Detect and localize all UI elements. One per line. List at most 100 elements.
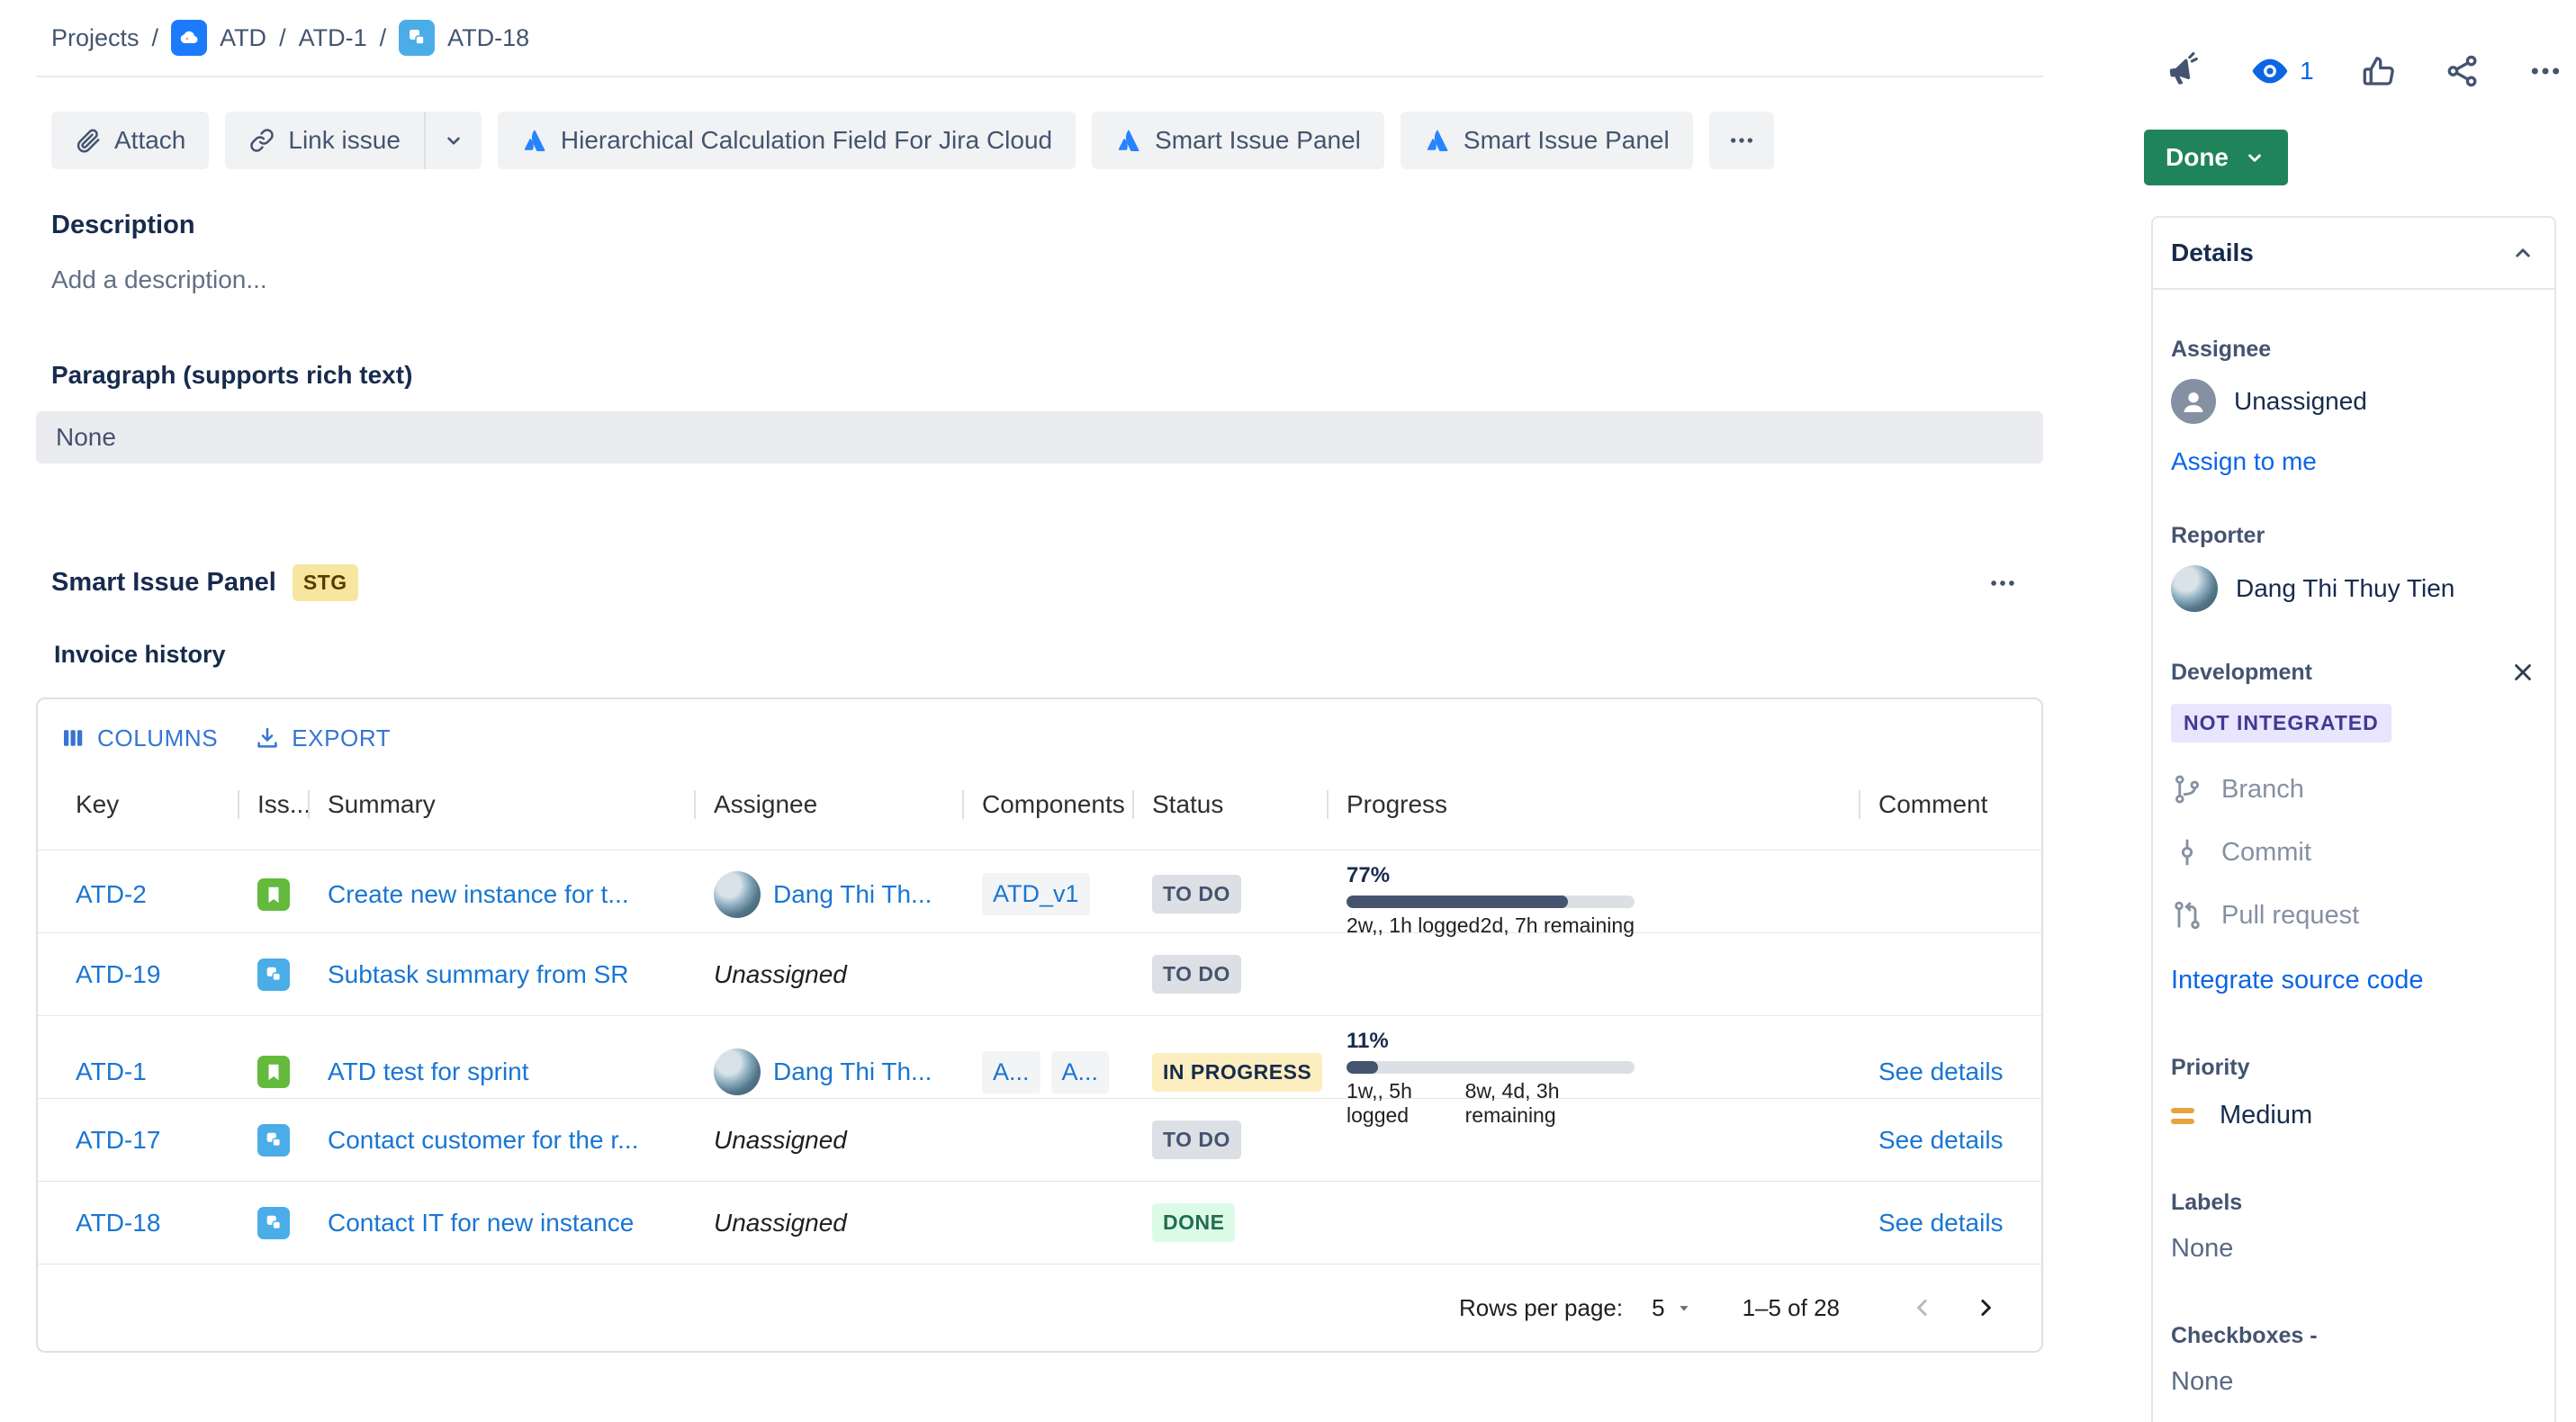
toolbar-more-button[interactable]	[1709, 112, 1774, 169]
integrate-source-code-link[interactable]: Integrate source code	[2171, 966, 2424, 995]
see-details-link[interactable]: See details	[1878, 1058, 2004, 1086]
branch-item[interactable]: Branch	[2171, 773, 2536, 806]
issue-key-link[interactable]: ATD-18	[76, 1209, 160, 1238]
story-type-icon	[257, 878, 290, 911]
column-header[interactable]: Assignee	[694, 759, 962, 850]
watchers-count: 1	[2300, 57, 2314, 86]
main-column: Projects / ATD / ATD-1 / ATD-18 Attach	[36, 0, 2043, 1353]
see-details-link[interactable]: See details	[1878, 1126, 2004, 1155]
not-integrated-badge: NOT INTEGRATED	[2171, 704, 2391, 742]
attach-button[interactable]: Attach	[51, 112, 209, 169]
component-chip[interactable]: ATD_v1	[982, 873, 1090, 915]
breadcrumb-parent-issue[interactable]: ATD-1	[299, 24, 367, 52]
app-button-smart-issue-panel-1[interactable]: Smart Issue Panel	[1092, 112, 1384, 169]
jira-issue-page: Projects / ATD / ATD-1 / ATD-18 Attach	[0, 0, 2576, 1422]
description-placeholder[interactable]: Add a description...	[51, 266, 2043, 294]
pull-request-item[interactable]: Pull request	[2171, 899, 2536, 932]
issue-summary-link[interactable]: ATD test for sprint	[328, 1058, 529, 1086]
chevron-up-icon	[2509, 239, 2536, 266]
app-button-hierarchical-calculation[interactable]: Hierarchical Calculation Field For Jira …	[498, 112, 1076, 169]
table-row: ATD-19 Subtask summary from SR Unassigne…	[38, 933, 2041, 1016]
export-button[interactable]: EXPORT	[254, 724, 391, 752]
column-header[interactable]: Key	[38, 759, 238, 850]
labels-field: Labels None	[2171, 1190, 2536, 1264]
labels-label: Labels	[2171, 1190, 2536, 1216]
priority-value[interactable]: Medium	[2220, 1101, 2312, 1130]
close-icon[interactable]	[2509, 659, 2536, 686]
reporter-value[interactable]: Dang Thi Thuy Tien	[2236, 574, 2454, 603]
reporter-field: Reporter Dang Thi Thuy Tien	[2171, 523, 2536, 612]
issue-key-link[interactable]: ATD-1	[76, 1058, 147, 1086]
description-heading: Description	[51, 211, 2043, 240]
column-header[interactable]: Progress	[1327, 759, 1859, 850]
columns-button[interactable]: COLUMNS	[59, 724, 218, 752]
vote-thumbs-up-icon[interactable]	[2360, 52, 2398, 90]
app-button-smart-issue-panel-2[interactable]: Smart Issue Panel	[1401, 112, 1693, 169]
see-details-link[interactable]: See details	[1878, 1209, 2004, 1238]
table-row: ATD-2 Create new instance for t... Dang …	[38, 850, 2041, 933]
issue-key-link[interactable]: ATD-2	[76, 880, 147, 909]
breadcrumb-projects[interactable]: Projects	[51, 24, 140, 52]
assignee-unassigned: Unassigned	[714, 960, 847, 989]
status-done-button[interactable]: Done	[2144, 130, 2288, 185]
breadcrumb-separator: /	[279, 24, 286, 52]
column-header[interactable]: Components	[962, 759, 1132, 850]
link-issue-split-button: Link issue	[225, 112, 482, 169]
paragraph-field-value[interactable]: None	[36, 411, 2043, 464]
issue-summary-link[interactable]: Contact IT for new instance	[328, 1209, 634, 1238]
column-header[interactable]: Comment	[1859, 759, 2041, 850]
development-field: Development NOT INTEGRATED Branch Commit	[2171, 659, 2536, 995]
assignee-link[interactable]: Dang Thi Th...	[773, 1058, 932, 1086]
breadcrumb-current-issue[interactable]: ATD-18	[447, 24, 529, 52]
branch-icon	[2171, 773, 2203, 806]
details-body: Assignee Unassigned Assign to me Reporte…	[2153, 337, 2554, 1422]
atlassian-logo-icon	[1115, 127, 1142, 154]
watch-button[interactable]: 1	[2249, 50, 2314, 92]
subtask-type-icon	[257, 1124, 290, 1156]
reporter-label: Reporter	[2171, 523, 2536, 549]
unassigned-avatar-icon	[2171, 379, 2216, 424]
labels-value[interactable]: None	[2171, 1234, 2536, 1264]
pagination-bar: Rows per page: 5 1–5 of 28	[38, 1264, 2041, 1351]
chevron-down-icon	[2243, 146, 2266, 169]
assignee-link[interactable]: Dang Thi Th...	[773, 880, 932, 909]
column-header[interactable]: Summary	[308, 759, 694, 850]
status-badge: IN PROGRESS	[1152, 1053, 1322, 1092]
checkboxes-value[interactable]: None	[2171, 1367, 2536, 1397]
column-header[interactable]: Status	[1132, 759, 1327, 850]
issue-summary-link[interactable]: Contact customer for the r...	[328, 1126, 638, 1155]
checkboxes-label: Checkboxes -	[2171, 1323, 2536, 1349]
caret-down-icon	[1674, 1298, 1694, 1318]
story-type-icon	[257, 1056, 290, 1088]
component-chip[interactable]: A...	[1051, 1051, 1110, 1094]
component-chip[interactable]: A...	[982, 1051, 1040, 1094]
issue-summary-link[interactable]: Subtask summary from SR	[328, 960, 629, 989]
rows-per-page-select[interactable]: 5	[1652, 1294, 1693, 1322]
time-remaining: 2d, 7h remaining	[1481, 914, 1635, 938]
link-issue-button[interactable]: Link issue	[225, 112, 424, 169]
grid-toolbar: COLUMNS EXPORT	[38, 699, 2041, 759]
column-header[interactable]: Iss...	[238, 759, 308, 850]
issue-key-link[interactable]: ATD-17	[76, 1126, 160, 1155]
assign-to-me-link[interactable]: Assign to me	[2171, 447, 2317, 476]
next-page-button[interactable]	[1960, 1282, 2011, 1333]
link-issue-dropdown[interactable]	[424, 112, 482, 169]
priority-field: Priority Medium	[2171, 1055, 2536, 1130]
progress-percent: 11%	[1347, 1029, 1859, 1054]
time-remaining: 8w, 4d, 3h remaining	[1465, 1079, 1635, 1128]
development-label: Development	[2171, 660, 2312, 686]
assignee-value[interactable]: Unassigned	[2234, 387, 2367, 416]
previous-page-button[interactable]	[1897, 1282, 1948, 1333]
feedback-megaphone-icon[interactable]	[2166, 52, 2203, 90]
issue-summary-link[interactable]: Create new instance for t...	[328, 880, 629, 909]
issue-key-link[interactable]: ATD-19	[76, 960, 160, 989]
details-panel-header[interactable]: Details	[2153, 218, 2554, 288]
details-panel: Details Assignee Unassigned Assign to me	[2151, 216, 2556, 1422]
invoice-table-panel: COLUMNS EXPORT Key Iss... Summary Assign…	[36, 698, 2043, 1353]
link-icon	[248, 127, 275, 154]
smart-panel-more-button[interactable]	[1987, 568, 2018, 598]
breadcrumb-project[interactable]: ATD	[220, 24, 266, 52]
sidebar-more-icon[interactable]	[2527, 53, 2563, 89]
share-icon[interactable]	[2444, 52, 2481, 90]
commit-item[interactable]: Commit	[2171, 836, 2536, 868]
